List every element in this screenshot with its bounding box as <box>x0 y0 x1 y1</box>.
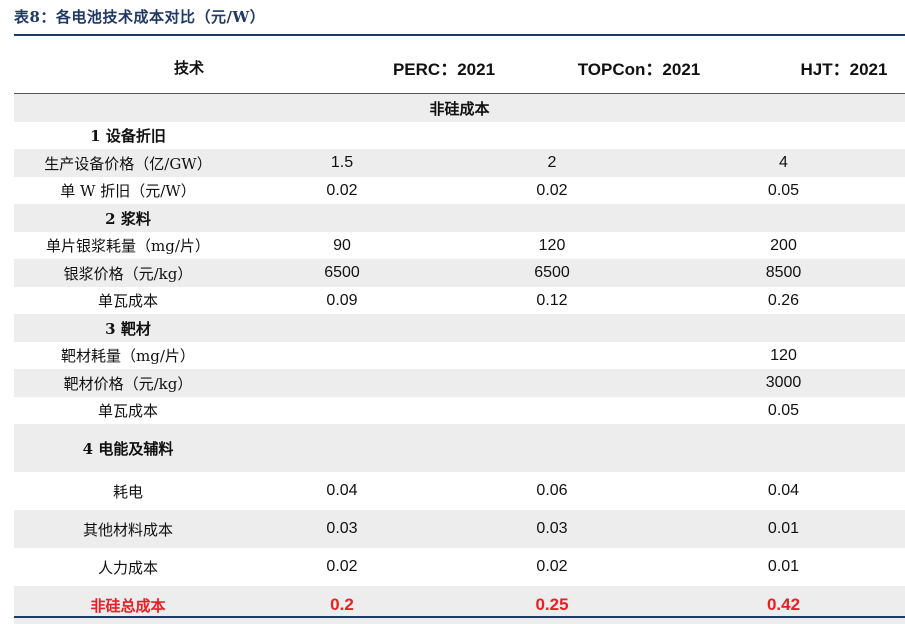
row-label: 人力成本 <box>97 558 158 577</box>
row-label: 单片银浆耗量（mg/片） <box>46 237 210 255</box>
row-label: 其他材料成本 <box>14 510 242 548</box>
header-topcon: TOPCon：2021 <box>577 59 701 79</box>
table-row: 非硅成本 <box>14 94 905 122</box>
total-row: 非硅总成本 0.2 0.25 0.42 <box>14 586 905 624</box>
cell-hjt: 0.04 <box>767 482 800 499</box>
row-label: 3 靶材 <box>14 314 242 342</box>
table-row: 单瓦成本 0.05 <box>14 397 905 424</box>
table-row: 单片银浆耗量（mg/片） 90 120 200 <box>14 232 905 259</box>
cell-topcon <box>442 397 662 424</box>
cell-perc: 0.02 <box>326 558 358 575</box>
cell-topcon: 0.12 <box>536 291 568 309</box>
total-topcon: 0.25 <box>442 586 662 624</box>
table-row: 靶材价格（元/kg） 3000 <box>14 369 905 397</box>
row-label: 靶材耗量（mg/片） <box>61 347 195 365</box>
table-row: 1 设备折旧 <box>14 122 905 149</box>
cell-topcon: 0.02 <box>536 558 568 575</box>
table-row: 单 W 折旧（元/W） 0.02 0.02 0.05 <box>14 177 905 204</box>
cell-perc <box>242 204 442 232</box>
cell-perc: 0.03 <box>242 510 442 548</box>
cell-topcon <box>442 204 662 232</box>
cell-perc: 0.04 <box>326 482 358 499</box>
cell-topcon: 6500 <box>442 259 662 287</box>
table-row: 其他材料成本 0.03 0.03 0.01 <box>14 510 905 548</box>
table-row: 4 电能及辅料 <box>14 424 905 472</box>
table-header: 技术 PERC：2021 TOPCon：2021 HJT：2021 <box>14 50 905 84</box>
cell-hjt: 0.01 <box>662 510 905 548</box>
cell-hjt: 120 <box>770 346 797 364</box>
header-hjt: HJT：2021 <box>800 59 888 79</box>
cell-perc <box>242 369 442 397</box>
cell-perc: 6500 <box>242 259 442 287</box>
cell-hjt: 4 <box>662 149 905 177</box>
header-perc: PERC：2021 <box>392 59 496 79</box>
cell-topcon <box>442 424 662 472</box>
table-row: 耗电 0.04 0.06 0.04 <box>14 472 905 510</box>
table-row: 靶材耗量（mg/片） 120 <box>14 342 905 369</box>
cell-topcon <box>442 342 662 369</box>
row-label: 银浆价格（元/kg） <box>14 259 242 287</box>
cell-hjt: 3000 <box>662 369 905 397</box>
cell-perc: 0.02 <box>326 181 358 199</box>
cell-topcon: 0.03 <box>442 510 662 548</box>
table-title: 表8：各电池技术成本对比（元/W） <box>14 8 266 26</box>
cell-perc <box>242 424 442 472</box>
cell-hjt: 200 <box>770 236 797 254</box>
row-label: 生产设备价格（亿/GW） <box>14 149 242 177</box>
cell-perc <box>242 397 442 424</box>
cell-topcon <box>442 314 662 342</box>
section-nonsilicon-label: 非硅成本 <box>14 94 905 122</box>
row-label: 耗电 <box>112 482 143 501</box>
cell-perc <box>242 314 442 342</box>
cost-table: 非硅成本 1 设备折旧 生产设备价格（亿/GW） 1.5 2 4 单 W 折旧（… <box>14 94 905 624</box>
cell-hjt: 0.05 <box>767 401 800 419</box>
cell-perc: 90 <box>333 236 351 254</box>
row-label: 4 电能及辅料 <box>14 424 242 472</box>
table-row: 银浆价格（元/kg） 6500 6500 8500 <box>14 259 905 287</box>
total-hjt: 0.42 <box>662 586 905 624</box>
row-label: 单 W 折旧（元/W） <box>60 182 196 200</box>
cell-hjt <box>662 122 905 149</box>
cell-topcon: 0.06 <box>536 482 568 499</box>
cell-perc: 1.5 <box>242 149 442 177</box>
cell-topcon: 120 <box>538 236 566 254</box>
table-row: 3 靶材 <box>14 314 905 342</box>
row-label: 单瓦成本 <box>97 402 158 420</box>
header-tech: 技术 <box>173 58 204 77</box>
cell-perc <box>242 342 442 369</box>
row-label: 2 浆料 <box>14 204 242 232</box>
table-row: 人力成本 0.02 0.02 0.01 <box>14 548 905 586</box>
row-label: 1 设备折旧 <box>90 127 166 145</box>
table-row: 2 浆料 <box>14 204 905 232</box>
total-label: 非硅总成本 <box>14 586 242 624</box>
cell-hjt <box>662 314 905 342</box>
cell-hjt: 0.05 <box>767 181 800 199</box>
cell-hjt: 0.26 <box>767 291 800 309</box>
cell-topcon <box>442 369 662 397</box>
cell-hjt <box>662 424 905 472</box>
table-row: 生产设备价格（亿/GW） 1.5 2 4 <box>14 149 905 177</box>
table-row: 单瓦成本 0.09 0.12 0.26 <box>14 287 905 314</box>
cell-perc: 0.09 <box>326 291 358 309</box>
cell-hjt: 8500 <box>662 259 905 287</box>
cell-topcon: 0.02 <box>536 181 568 199</box>
total-perc: 0.2 <box>242 586 442 624</box>
row-label: 单瓦成本 <box>97 292 158 310</box>
bottom-rule <box>14 616 905 618</box>
cell-perc <box>242 122 442 149</box>
row-label: 靶材价格（元/kg） <box>14 369 242 397</box>
cell-hjt <box>662 204 905 232</box>
cell-topcon: 2 <box>442 149 662 177</box>
cell-hjt: 0.01 <box>767 558 800 575</box>
top-rule <box>14 34 905 36</box>
cell-topcon <box>442 122 662 149</box>
